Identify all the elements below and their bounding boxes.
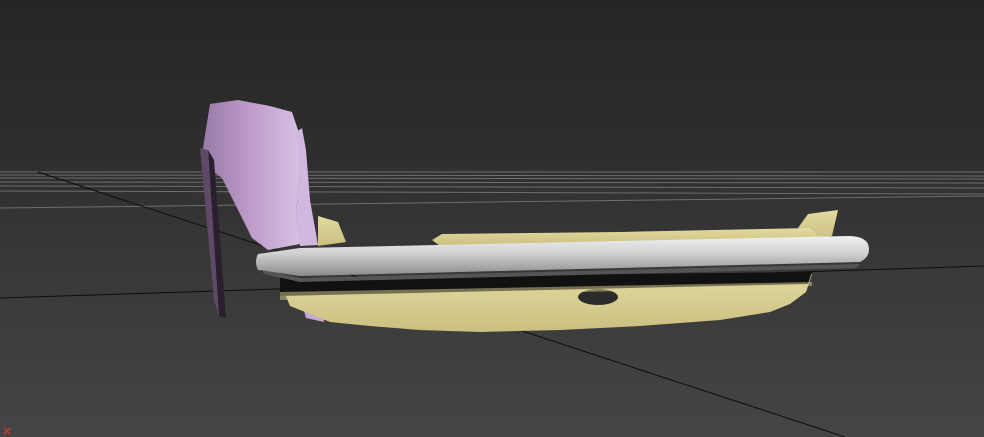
grid-line-h: [0, 190, 984, 195]
axis-gizmo-icon: [2, 426, 12, 436]
grid-line-h: [0, 174, 984, 177]
scene-canvas: [0, 100, 984, 437]
grid-lines: [0, 171, 984, 209]
grid-line-h: [0, 177, 984, 180]
grid-line-h: [0, 195, 984, 209]
grid-line-h: [0, 185, 984, 189]
grid-line-h: [0, 181, 984, 184]
3d-viewport[interactable]: [0, 0, 984, 437]
